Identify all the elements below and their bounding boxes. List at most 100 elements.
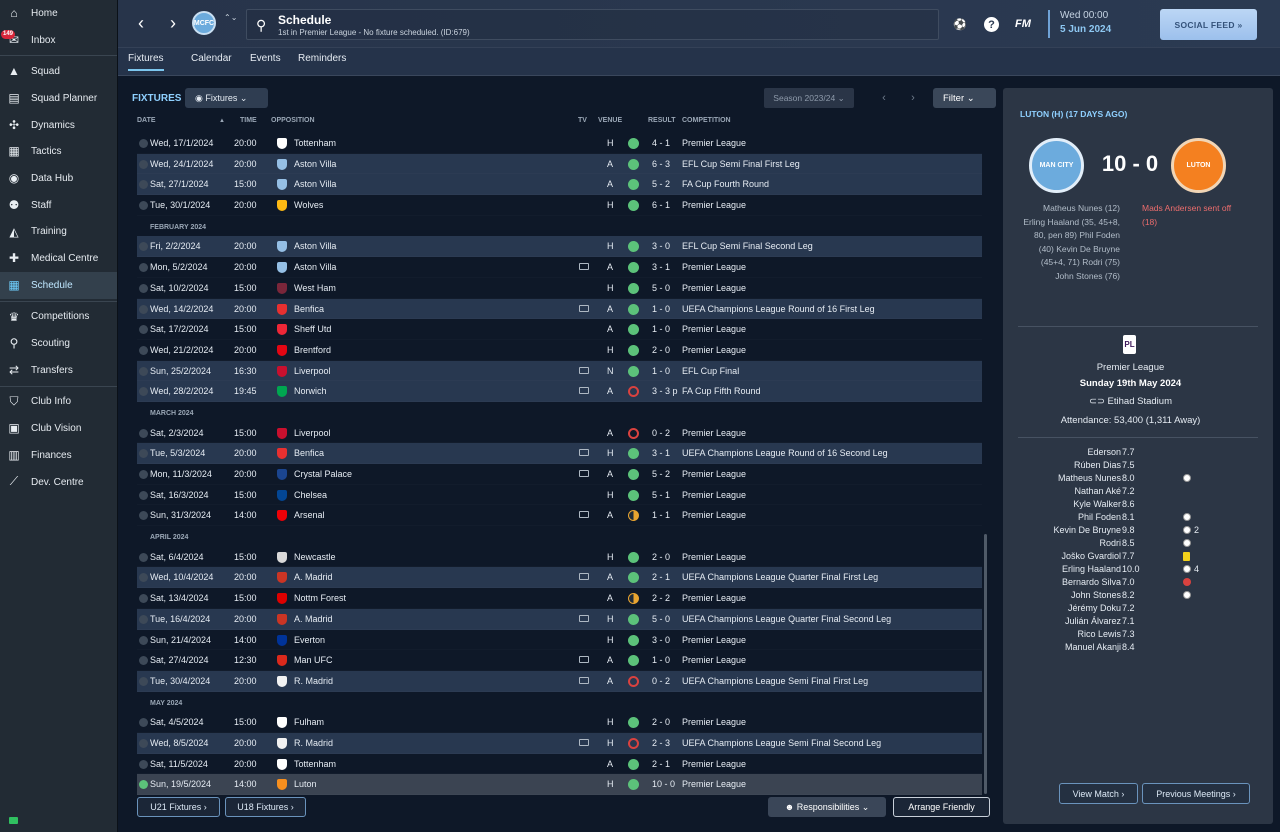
match-result[interactable]: 2 - 1	[652, 759, 670, 769]
sidebar-item-squad[interactable]: ▲ Squad	[0, 58, 117, 85]
opponent-crest-icon[interactable]	[277, 344, 287, 356]
player-name[interactable]: Bernardo Silva	[1062, 577, 1121, 587]
opponent-name[interactable]: Fulham	[294, 717, 324, 727]
table-row[interactable]: Sat, 2/3/2024 15:00 Liverpool A 0 - 2 Premier…	[137, 423, 982, 444]
rating-row[interactable]: Phil Foden 8.1	[1003, 511, 1273, 524]
col-opposition[interactable]: OPPOSITION	[271, 117, 315, 124]
opponent-crest-icon[interactable]	[277, 138, 287, 149]
opponent-crest-icon[interactable]	[277, 634, 287, 646]
opponent-crest-icon[interactable]	[277, 489, 287, 501]
sidebar-item-dynamics[interactable]: ✣ Dynamics	[0, 112, 117, 139]
opponent-name[interactable]: Liverpool	[294, 366, 331, 376]
match-result[interactable]: 10 - 0	[652, 779, 675, 789]
opponent-crest-icon[interactable]	[277, 179, 287, 191]
u21-fixtures-button[interactable]: U21 Fixtures ›	[137, 797, 220, 817]
match-result[interactable]: 1 - 0	[652, 655, 670, 665]
row-select-radio[interactable]	[139, 449, 148, 459]
table-row[interactable]: Sat, 17/2/2024 15:00 Sheff Utd A 1 - 0 Premie…	[137, 319, 982, 340]
col-tv[interactable]: TV	[578, 117, 587, 124]
opponent-name[interactable]: Nottm Forest	[294, 593, 346, 603]
table-row[interactable]: Tue, 5/3/2024 20:00 Benfica H 3 - 1 UEFA Cham…	[137, 443, 982, 464]
opponent-crest-icon[interactable]	[277, 200, 287, 212]
opponent-name[interactable]: Tottenham	[294, 138, 336, 148]
sidebar-item-club-info[interactable]: ⛉ Club Info	[0, 389, 117, 416]
forward-button[interactable]: ›	[162, 12, 184, 34]
rating-row[interactable]: Jérémy Doku 7.2	[1003, 602, 1273, 615]
view-match-button[interactable]: View Match ›	[1059, 783, 1138, 804]
rating-row[interactable]: Kyle Walker 8.6	[1003, 498, 1273, 511]
row-select-radio[interactable]	[139, 242, 148, 252]
row-select-radio[interactable]	[139, 614, 148, 624]
match-result[interactable]: 5 - 0	[652, 614, 670, 624]
opponent-crest-icon[interactable]	[277, 779, 287, 791]
table-row[interactable]: Tue, 30/1/2024 20:00 Wolves H 6 - 1 Premier L…	[137, 195, 982, 216]
col-venue[interactable]: VENUE	[598, 117, 622, 124]
table-row[interactable]: Mon, 5/2/2024 20:00 Aston Villa A 3 - 1 Premi…	[137, 257, 982, 278]
game-date[interactable]: Wed 00:00 5 Jun 2024	[1048, 10, 1111, 38]
opponent-name[interactable]: West Ham	[294, 283, 336, 293]
match-result[interactable]: 1 - 0	[652, 366, 670, 376]
table-row[interactable]: Sat, 27/4/2024 12:30 Man UFC A 1 - 0 Premier …	[137, 650, 982, 671]
sidebar-item-staff[interactable]: ⚉ Staff	[0, 192, 117, 219]
player-name[interactable]: Rico Lewis	[1077, 629, 1121, 639]
arrange-friendly-button[interactable]: Arrange Friendly	[893, 797, 990, 817]
table-row[interactable]: Wed, 8/5/2024 20:00 R. Madrid H 2 - 3 UEFA Ch…	[137, 732, 982, 754]
opponent-name[interactable]: Wolves	[294, 200, 323, 210]
match-result[interactable]: 5 - 1	[652, 490, 670, 500]
row-select-radio[interactable]	[139, 738, 148, 748]
match-result[interactable]: 2 - 0	[652, 552, 670, 562]
opponent-crest-icon[interactable]	[277, 593, 287, 605]
sidebar-item-medical-centre[interactable]: ✚ Medical Centre	[0, 245, 117, 272]
rating-row[interactable]: Kevin De Bruyne 9.8 2	[1003, 524, 1273, 537]
table-row[interactable]: Sat, 6/4/2024 15:00 Newcastle H 2 - 0 Premier…	[137, 547, 982, 568]
match-result[interactable]: 5 - 0	[652, 283, 670, 293]
rating-row[interactable]: Rúben Dias 7.5	[1003, 459, 1273, 472]
competition-name[interactable]: Premier League	[1003, 362, 1258, 373]
match-result[interactable]: 0 - 2	[652, 428, 670, 438]
opponent-name[interactable]: R. Madrid	[294, 676, 333, 686]
opponent-crest-icon[interactable]	[277, 262, 287, 274]
table-row[interactable]: Sun, 25/2/2024 16:30 Liverpool N 1 - 0 EFL Cu…	[137, 360, 982, 382]
opponent-crest-icon[interactable]	[277, 717, 287, 729]
match-result[interactable]: 2 - 2	[652, 593, 670, 603]
rating-row[interactable]: Joško Gvardiol 7.7	[1003, 550, 1273, 563]
row-select-radio[interactable]	[139, 201, 148, 211]
row-select-radio[interactable]	[139, 139, 148, 148]
opponent-name[interactable]: Benfica	[294, 448, 324, 458]
away-crest-icon[interactable]: LUTON	[1171, 138, 1226, 193]
match-result[interactable]: 3 - 1	[652, 262, 670, 272]
row-select-radio[interactable]	[139, 511, 148, 521]
table-row[interactable]: Tue, 30/4/2024 20:00 R. Madrid A 0 - 2 UEFA C…	[137, 670, 982, 692]
table-row[interactable]: Sat, 27/1/2024 15:00 Aston Villa A 5 - 2 FA C…	[137, 174, 982, 196]
opponent-name[interactable]: R. Madrid	[294, 738, 333, 748]
search-bar[interactable]: ⚲ Schedule 1st in Premier League - No fi…	[246, 9, 939, 40]
row-select-radio[interactable]	[139, 573, 148, 583]
rating-row[interactable]: Rico Lewis 7.3	[1003, 628, 1273, 641]
rating-row[interactable]: Rodri 8.5	[1003, 537, 1273, 550]
table-row[interactable]: Sun, 31/3/2024 14:00 Arsenal A 1 - 1 Premier …	[137, 505, 982, 526]
player-name[interactable]: Nathan Aké	[1074, 486, 1121, 496]
rating-row[interactable]: Nathan Aké 7.2	[1003, 485, 1273, 498]
opponent-crest-icon[interactable]	[277, 551, 287, 563]
opponent-crest-icon[interactable]	[277, 427, 287, 439]
row-select-radio[interactable]	[139, 490, 148, 500]
row-select-radio[interactable]	[139, 304, 148, 314]
sidebar-item-squad-planner[interactable]: ▤ Squad Planner	[0, 85, 117, 112]
fm-logo[interactable]: FM	[1014, 15, 1032, 33]
player-name[interactable]: John Stones	[1071, 590, 1121, 600]
opponent-name[interactable]: Everton	[294, 635, 325, 645]
u18-fixtures-button[interactable]: U18 Fixtures ›	[225, 797, 306, 817]
opponent-name[interactable]: A. Madrid	[294, 572, 333, 582]
opponent-name[interactable]: Aston Villa	[294, 262, 336, 272]
row-select-radio[interactable]	[139, 759, 148, 769]
player-name[interactable]: Ederson	[1087, 447, 1121, 457]
table-row[interactable]: Wed, 24/1/2024 20:00 Aston Villa A 6 - 3 EFL …	[137, 153, 982, 175]
scrollbar[interactable]	[984, 534, 987, 794]
season-prev-button[interactable]: ‹	[872, 88, 896, 108]
club-crest-icon[interactable]: MCFC	[192, 11, 216, 35]
responsibilities-button[interactable]: ☻ Responsibilities ⌄	[768, 797, 886, 817]
opponent-name[interactable]: Luton	[294, 779, 317, 789]
col-competition[interactable]: COMPETITION	[682, 117, 731, 124]
club-switch-icon[interactable]: ⌃⌄	[224, 13, 237, 23]
player-name[interactable]: Manuel Akanji	[1065, 642, 1121, 652]
